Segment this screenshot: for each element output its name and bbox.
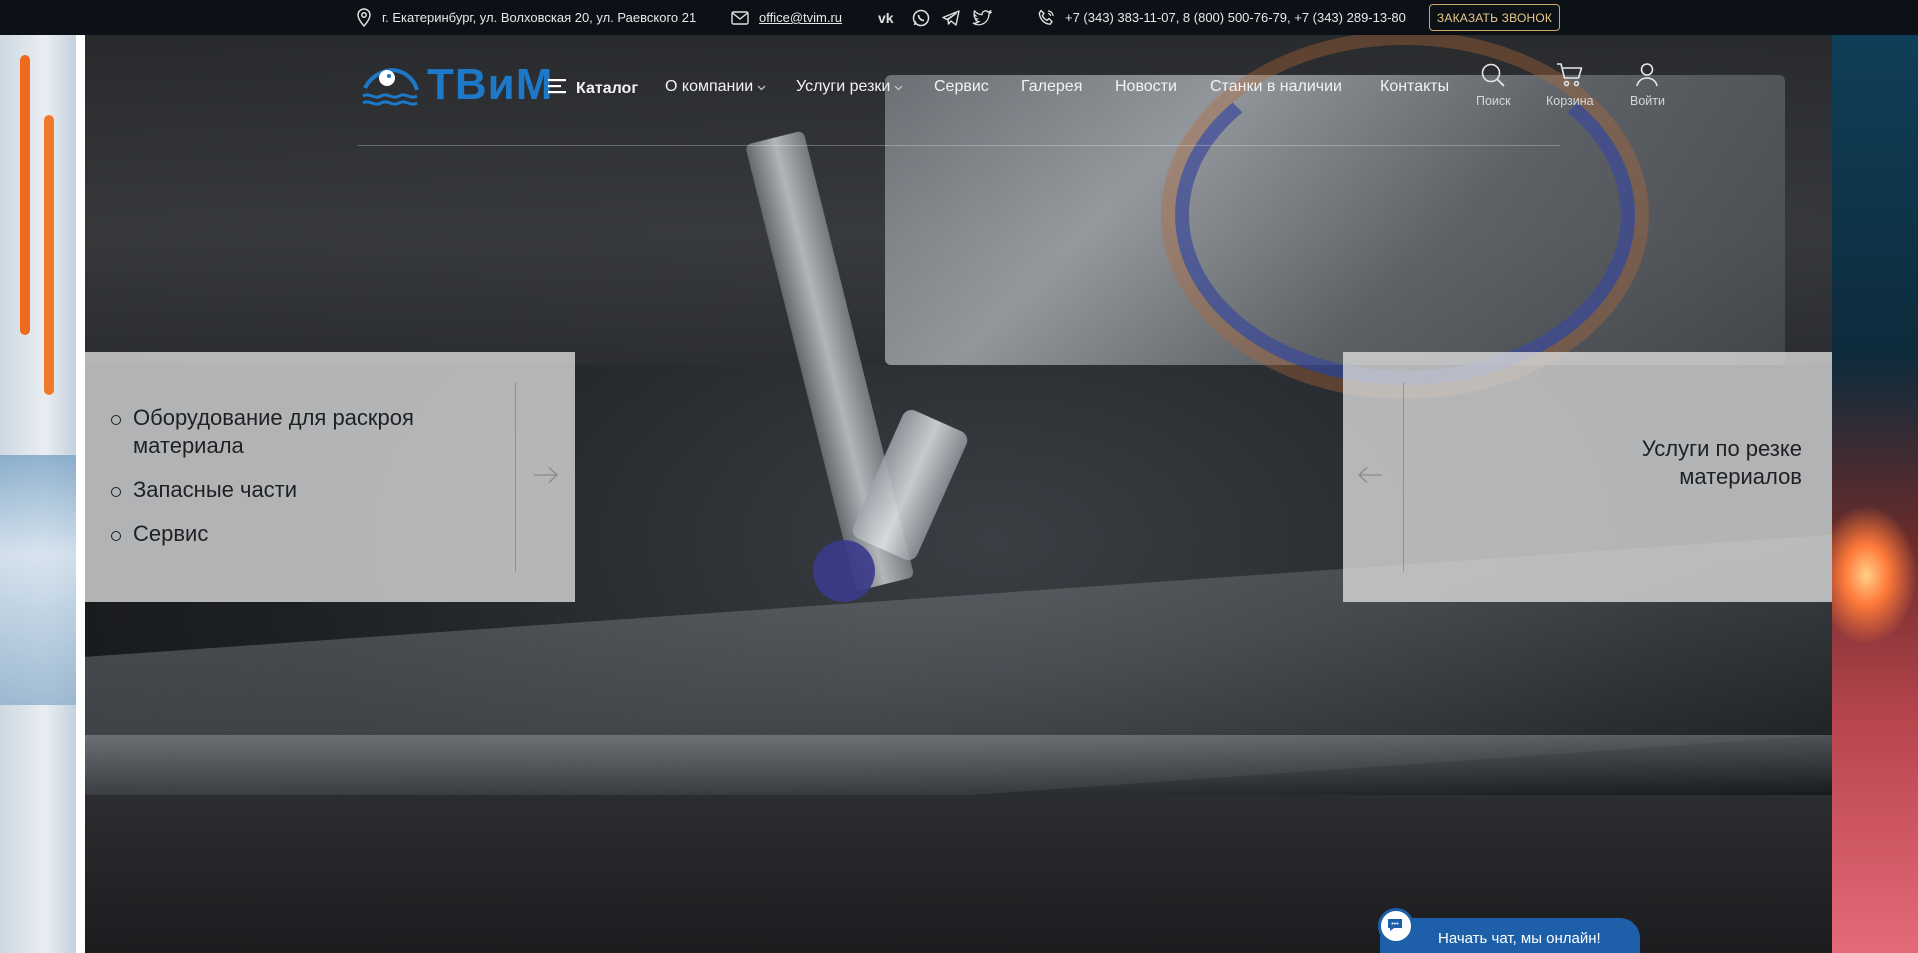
catalog-list: Оборудование для раскроя материала Запас… xyxy=(109,404,439,564)
login-button[interactable]: Войти xyxy=(1630,62,1665,108)
list-item-spare-parts[interactable]: Запасные части xyxy=(109,476,439,504)
phones-text[interactable]: +7 (343) 383-11-07, 8 (800) 500-76-79, +… xyxy=(1065,10,1406,25)
nav-about-label: О компании xyxy=(665,78,754,95)
social-links: vk xyxy=(878,0,992,35)
vk-icon[interactable]: vk xyxy=(878,11,900,25)
svg-text:vk: vk xyxy=(878,11,894,25)
cart-button[interactable]: Корзина xyxy=(1546,62,1594,108)
panel-divider xyxy=(1403,382,1404,572)
mail-icon xyxy=(731,10,749,25)
nav-catalog[interactable]: Каталог xyxy=(548,78,638,99)
slide-panel-left: Оборудование для раскроя материала Запас… xyxy=(85,352,575,602)
top-bar: г. Екатеринбург, ул. Волховская 20, ул. … xyxy=(0,0,1918,35)
chat-label: Начать чат, мы онлайн! xyxy=(1438,930,1601,947)
nav-news[interactable]: Новости xyxy=(1115,78,1177,96)
wave-logo-icon xyxy=(361,56,423,113)
telegram-icon[interactable] xyxy=(942,9,960,26)
nav-contacts[interactable]: Контакты xyxy=(1380,78,1449,96)
login-label: Войти xyxy=(1630,94,1665,108)
site-logo[interactable]: ТВиМ xyxy=(361,56,553,113)
search-button[interactable]: Поиск xyxy=(1476,62,1511,108)
arrow-right-icon[interactable] xyxy=(533,466,559,489)
background-right-image xyxy=(1832,35,1918,953)
search-label: Поиск xyxy=(1476,94,1511,108)
nav-about[interactable]: О компании xyxy=(665,78,766,96)
header-divider xyxy=(358,145,1560,146)
callback-button[interactable]: ЗАКАЗАТЬ ЗВОНОК xyxy=(1429,4,1560,31)
list-item-cutting-equipment[interactable]: Оборудование для раскроя материала xyxy=(109,404,439,460)
list-item-service[interactable]: Сервис xyxy=(109,520,439,548)
whatsapp-icon[interactable] xyxy=(912,9,930,27)
phone-icon xyxy=(1037,9,1055,27)
nav-gallery[interactable]: Галерея xyxy=(1021,78,1082,96)
left-white-divider xyxy=(76,35,85,953)
nav-machines-in-stock[interactable]: Станки в наличии xyxy=(1210,78,1342,96)
nav-cutting-services[interactable]: Услуги резки xyxy=(796,78,903,96)
phones-block: +7 (343) 383-11-07, 8 (800) 500-76-79, +… xyxy=(1037,0,1406,35)
nav-cutting-label: Услуги резки xyxy=(796,78,891,95)
email-block: office@tvim.ru xyxy=(731,0,842,35)
logo-text: ТВиМ xyxy=(427,59,554,109)
address-text: г. Екатеринбург, ул. Волховская 20, ул. … xyxy=(382,10,697,25)
email-link[interactable]: office@tvim.ru xyxy=(759,10,842,25)
chevron-down-icon xyxy=(757,78,766,96)
nav-catalog-label: Каталог xyxy=(576,79,638,97)
cart-icon xyxy=(1556,62,1584,91)
background-left-image xyxy=(0,35,76,953)
slide-panel-right: Услуги по резке материалов xyxy=(1343,352,1832,602)
arrow-left-icon[interactable] xyxy=(1357,466,1383,489)
chat-widget-button[interactable]: Начать чат, мы онлайн! xyxy=(1378,908,1640,953)
twitter-icon[interactable] xyxy=(972,9,992,26)
chat-bubble-icon xyxy=(1378,908,1414,944)
nav-service[interactable]: Сервис xyxy=(934,78,989,96)
search-icon xyxy=(1480,62,1506,91)
cart-label: Корзина xyxy=(1546,94,1594,108)
panel-divider xyxy=(515,382,516,572)
address-block: г. Екатеринбург, ул. Волховская 20, ул. … xyxy=(356,0,696,35)
user-icon xyxy=(1635,62,1659,91)
chevron-down-icon xyxy=(894,78,903,96)
map-pin-icon xyxy=(356,7,372,28)
hamburger-icon xyxy=(548,78,566,99)
cutting-services-title[interactable]: Услуги по резке материалов xyxy=(1562,435,1802,491)
